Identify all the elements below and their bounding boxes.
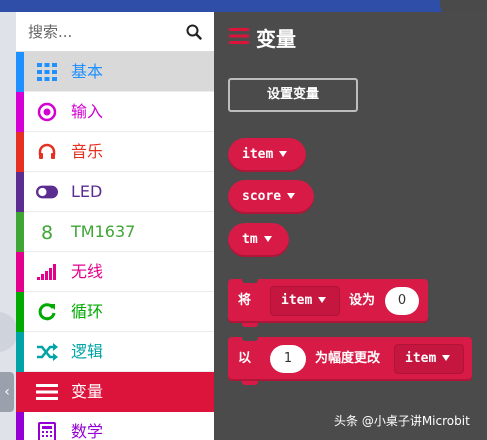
- svg-text:8: 8: [41, 222, 53, 242]
- block-label: 为幅度更改: [315, 351, 381, 366]
- variable-name: score: [242, 189, 282, 204]
- category-label: 循环: [71, 302, 104, 321]
- make-variable-button[interactable]: 设置变量: [228, 78, 358, 112]
- dropdown-arrow-icon: [318, 296, 327, 303]
- flyout-title: 变量: [256, 27, 296, 51]
- block-label: 设为: [349, 293, 376, 308]
- list-lines-icon: [36, 381, 58, 403]
- block-keyword: 以: [238, 351, 252, 366]
- category-tm1637[interactable]: 8 TM1637: [16, 212, 214, 252]
- variable-name: tm: [242, 232, 258, 247]
- toolbox-search: [16, 12, 214, 52]
- dropdown-arrow-icon: [442, 354, 451, 361]
- category-label: TM1637: [71, 222, 136, 241]
- category-color-bar: [16, 172, 24, 212]
- variable-name: item: [405, 351, 437, 366]
- variables-flyout: 变量 设置变量 item score tm 将 item 设为 0 以 1 为幅…: [214, 12, 487, 440]
- category-color-bar: [16, 212, 24, 252]
- category-label: 数学: [71, 422, 104, 440]
- category-color-bar: [16, 332, 24, 372]
- variable-block-tm[interactable]: tm: [228, 223, 289, 257]
- top-bar: [0, 0, 487, 12]
- variable-name: item: [281, 293, 313, 308]
- shuffle-icon: [36, 341, 58, 363]
- search-icon[interactable]: [186, 24, 202, 40]
- category-color-bar: [16, 132, 24, 172]
- calculator-icon: [36, 421, 58, 440]
- digit-eight-icon: 8: [36, 221, 58, 243]
- category-math[interactable]: 数学: [16, 412, 214, 440]
- category-color-bar: [16, 292, 24, 332]
- signal-bars-icon: [36, 261, 58, 283]
- category-basic[interactable]: 基本: [16, 52, 214, 92]
- search-input[interactable]: [28, 19, 178, 45]
- value-input[interactable]: 1: [270, 345, 306, 373]
- category-loops[interactable]: 循环: [16, 292, 214, 332]
- category-color-bar: [16, 412, 24, 440]
- category-label: LED: [71, 182, 103, 201]
- category-logic[interactable]: 逻辑: [16, 332, 214, 372]
- category-label: 无线: [71, 262, 104, 281]
- variable-dropdown[interactable]: item: [394, 344, 464, 374]
- list-lines-icon: [229, 28, 249, 44]
- refresh-icon: [36, 301, 58, 323]
- variable-block-score[interactable]: score: [228, 180, 314, 214]
- category-label: 基本: [71, 62, 104, 81]
- category-variables[interactable]: 变量: [16, 372, 214, 412]
- grid-icon: [36, 61, 58, 83]
- headphones-icon: [36, 141, 58, 163]
- variable-name: item: [242, 147, 274, 162]
- category-color-bar: [16, 252, 24, 292]
- collapse-toolbox-button[interactable]: ‹: [0, 372, 14, 412]
- category-label: 逻辑: [71, 342, 104, 361]
- change-variable-block[interactable]: 以 1 为幅度更改 item: [228, 337, 472, 385]
- dropdown-arrow-icon: [263, 235, 272, 242]
- value-input[interactable]: 0: [385, 287, 419, 315]
- category-label: 输入: [71, 102, 104, 121]
- category-label: 变量: [71, 382, 104, 401]
- variable-dropdown[interactable]: item: [270, 286, 340, 316]
- variable-block-item[interactable]: item: [228, 138, 306, 172]
- category-color-bar: [16, 52, 24, 92]
- category-color-bar: [16, 92, 24, 132]
- category-label: 音乐: [71, 142, 104, 161]
- toggle-icon: [36, 181, 58, 203]
- category-music[interactable]: 音乐: [16, 132, 214, 172]
- category-radio[interactable]: 无线: [16, 252, 214, 292]
- watermark: 头条 @小桌子讲Microbit: [334, 414, 470, 428]
- block-keyword: 将: [238, 293, 252, 308]
- dropdown-arrow-icon: [287, 192, 296, 199]
- category-color-bar: [16, 372, 24, 412]
- category-led[interactable]: LED: [16, 172, 214, 212]
- dropdown-arrow-icon: [279, 150, 288, 157]
- radio-target-icon: [36, 101, 58, 123]
- set-variable-block[interactable]: 将 item 设为 0: [228, 279, 428, 327]
- category-input[interactable]: 输入: [16, 92, 214, 132]
- toolbox: 基本 输入 音乐: [16, 12, 214, 440]
